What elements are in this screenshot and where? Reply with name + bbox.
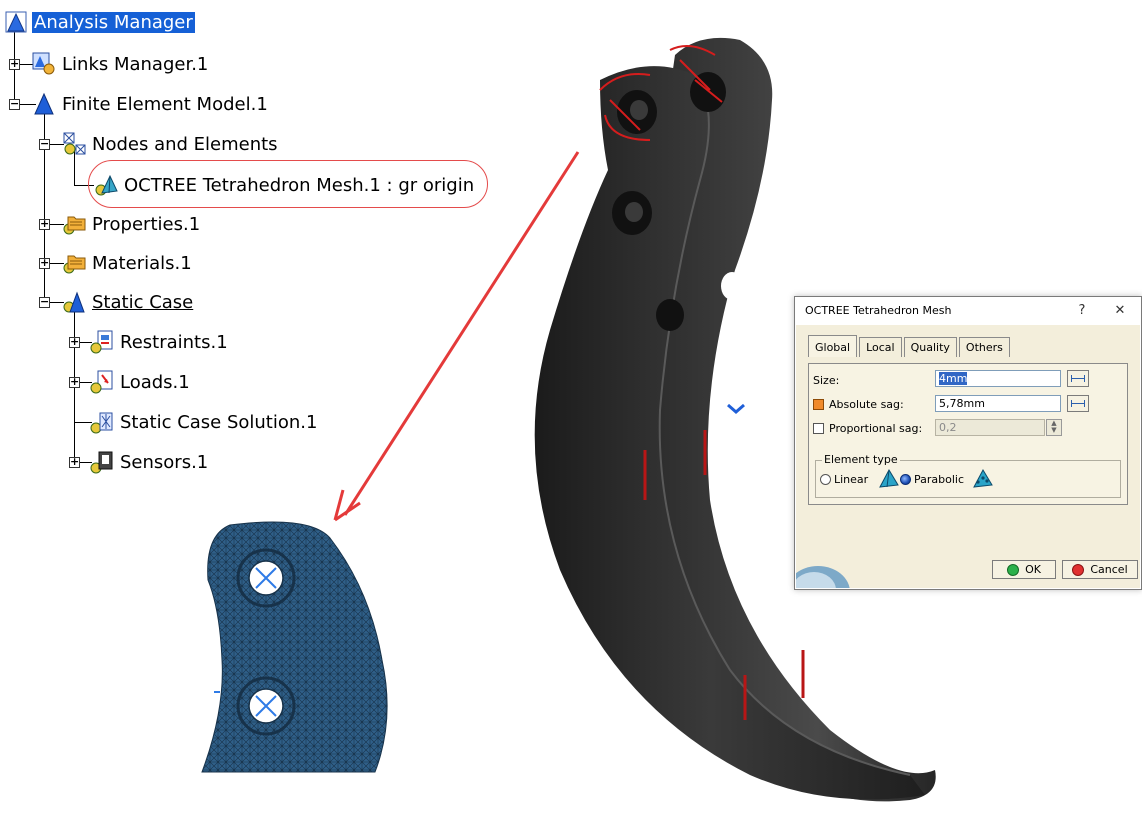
octree-mesh-dialog: OCTREE Tetrahedron Mesh ? ✕ Global Local… — [794, 296, 1142, 590]
size-label: Size: — [813, 374, 840, 387]
size-input[interactable]: 4mm — [935, 370, 1061, 387]
help-button[interactable]: ? — [1067, 300, 1097, 322]
element-type-title: Element type — [822, 453, 900, 466]
dialog-footer: OK Cancel — [796, 550, 1140, 588]
proportional-sag-label: Proportional sag: — [829, 422, 923, 435]
element-type-group: Element type Linear Parabolic — [815, 453, 1121, 498]
dialog-titlebar: OCTREE Tetrahedron Mesh ? ✕ — [795, 297, 1141, 325]
mesh-preview — [201, 521, 388, 773]
tab-others[interactable]: Others — [958, 337, 1010, 357]
tab-global[interactable]: Global — [808, 335, 858, 357]
cancel-icon — [1072, 563, 1085, 576]
cancel-button[interactable]: Cancel — [1062, 560, 1138, 579]
proportional-sag-checkbox[interactable] — [813, 423, 824, 434]
proportional-sag-input[interactable]: 0,2 — [935, 419, 1045, 436]
catia-watermark-icon — [796, 566, 850, 588]
dialog-title: OCTREE Tetrahedron Mesh — [805, 304, 952, 317]
size-measure-button[interactable] — [1067, 370, 1089, 387]
tab-strip: Global Local Quality Others — [808, 335, 1012, 357]
linear-tetra-icon — [879, 468, 899, 488]
proportional-sag-spinner[interactable]: ▲ ▼ — [1046, 419, 1062, 436]
parabolic-tetra-icon — [973, 468, 993, 488]
ok-icon — [1007, 563, 1020, 576]
global-tab-panel: Size: 4mm Absolute sag: 5,78mm Proportio… — [808, 363, 1128, 505]
absolute-sag-input[interactable]: 5,78mm — [935, 395, 1061, 412]
linear-label: Linear — [834, 473, 869, 486]
close-button[interactable]: ✕ — [1105, 300, 1135, 322]
ok-button[interactable]: OK — [992, 560, 1056, 579]
dialog-body: Global Local Quality Others Size: 4mm Ab… — [796, 325, 1140, 588]
absolute-sag-label: Absolute sag: — [829, 398, 904, 411]
absolute-sag-measure-button[interactable] — [1067, 395, 1089, 412]
tab-local[interactable]: Local — [859, 337, 902, 357]
absolute-sag-checkbox[interactable] — [813, 399, 824, 410]
parabolic-radio[interactable] — [900, 474, 911, 485]
parabolic-label: Parabolic — [914, 473, 965, 486]
tab-quality[interactable]: Quality — [903, 337, 957, 357]
linear-radio[interactable] — [820, 474, 831, 485]
